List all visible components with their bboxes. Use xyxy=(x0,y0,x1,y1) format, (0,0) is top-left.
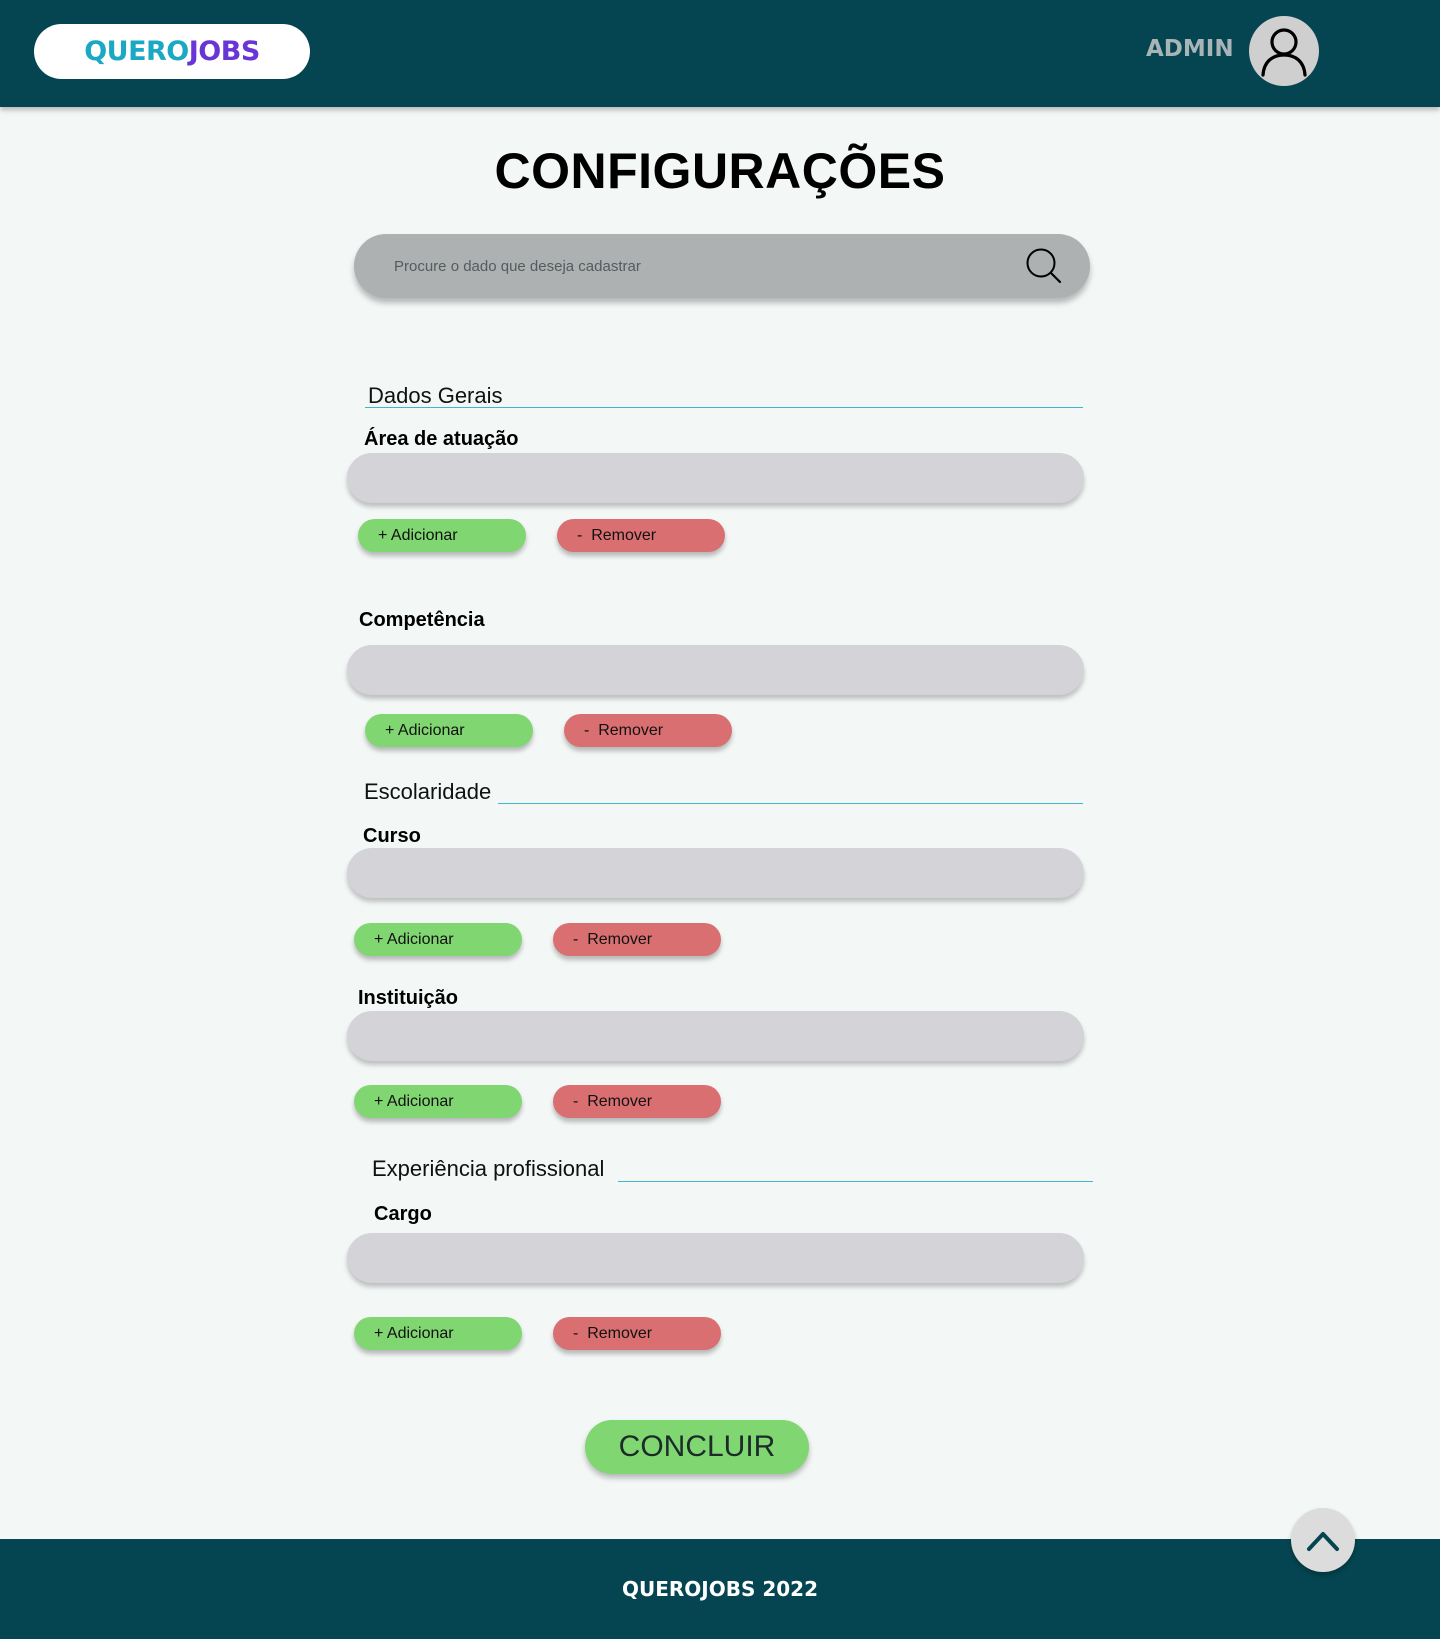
submit-button[interactable]: CONCLUIR xyxy=(585,1420,809,1474)
search-input[interactable] xyxy=(394,234,994,298)
label-curso: Curso xyxy=(363,825,421,847)
chevron-up-icon xyxy=(1307,1532,1339,1551)
logo[interactable]: QUERO JOBS xyxy=(34,24,310,79)
section-divider xyxy=(498,803,1083,804)
user-label: ADMIN xyxy=(1146,36,1234,62)
competencia-add-button[interactable]: + Adicionar xyxy=(365,714,533,747)
section-title-dados-gerais: Dados Gerais xyxy=(368,383,503,408)
label-instituicao: Instituição xyxy=(358,987,459,1009)
section-divider xyxy=(618,1181,1093,1182)
label-cargo: Cargo xyxy=(374,1203,432,1225)
search-button[interactable] xyxy=(1022,244,1066,288)
competencia-remove-button[interactable]: - Remover xyxy=(564,714,732,747)
instituicao-remove-button[interactable]: - Remover xyxy=(553,1085,721,1118)
user-icon xyxy=(1261,28,1307,77)
search-icon xyxy=(1026,248,1062,284)
top-header: QUERO JOBS ADMIN xyxy=(0,0,1440,107)
section-title-experiencia: Experiência profissional xyxy=(372,1156,605,1181)
section-title-escolaridade: Escolaridade xyxy=(364,779,492,804)
back-to-top-button[interactable] xyxy=(1291,1508,1355,1572)
curso-remove-button[interactable]: - Remover xyxy=(553,923,721,956)
instituicao-add-button[interactable]: + Adicionar xyxy=(354,1085,522,1118)
area-atuacao-add-button[interactable]: + Adicionar xyxy=(358,519,526,552)
instituicao-input[interactable] xyxy=(347,1011,1084,1061)
search-bar xyxy=(354,234,1090,298)
curso-add-button[interactable]: + Adicionar xyxy=(354,923,522,956)
footer: QUEROJOBS 2022 xyxy=(0,1539,1440,1639)
logo-part-quero: QUERO xyxy=(84,36,189,67)
label-area-atuacao: Área de atuação xyxy=(364,428,519,450)
page-title: CONFIGURAÇÕES xyxy=(494,143,946,199)
curso-input[interactable] xyxy=(347,848,1084,898)
footer-text: QUEROJOBS 2022 xyxy=(621,1577,819,1601)
competencia-input[interactable] xyxy=(347,645,1084,695)
avatar[interactable] xyxy=(1249,16,1319,86)
area-atuacao-input[interactable] xyxy=(347,453,1084,503)
area-atuacao-remove-button[interactable]: - Remover xyxy=(557,519,725,552)
cargo-remove-button[interactable]: - Remover xyxy=(553,1317,721,1350)
label-competencia: Competência xyxy=(359,609,485,631)
cargo-input[interactable] xyxy=(347,1233,1084,1283)
logo-part-jobs: JOBS xyxy=(188,36,261,67)
section-divider xyxy=(365,407,1083,408)
cargo-add-button[interactable]: + Adicionar xyxy=(354,1317,522,1350)
